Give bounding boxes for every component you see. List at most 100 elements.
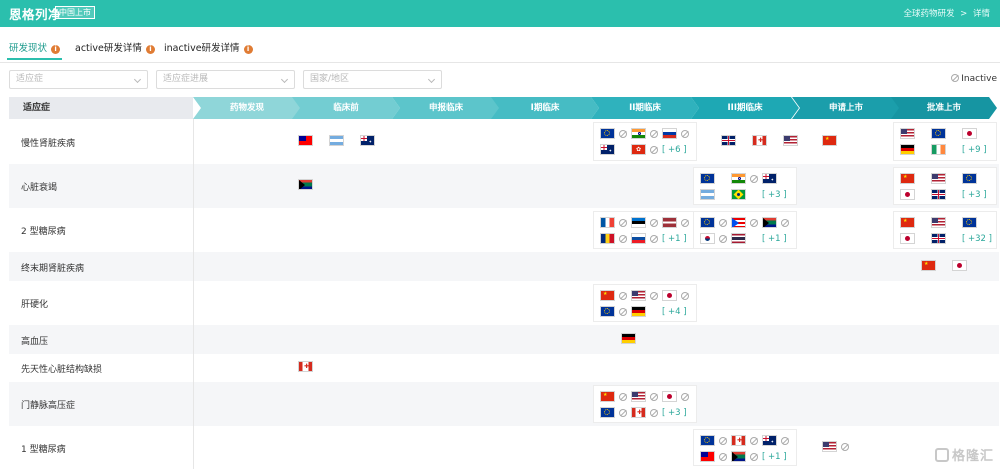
tab-inactive-rd-detail[interactable]: inactive研发详情 i [164, 40, 253, 54]
flag-za-icon[interactable] [298, 179, 313, 190]
tab-label: inactive研发详情 [164, 43, 240, 54]
flag-au-icon[interactable]: ✦ [762, 435, 777, 446]
flag-th-icon[interactable] [731, 233, 746, 244]
flag-us-icon[interactable] [631, 290, 646, 301]
flag-eu-icon[interactable] [600, 306, 615, 317]
phase-cell: ✦ [ +3 ] [693, 167, 797, 205]
flag-de-icon[interactable] [900, 144, 915, 155]
flag-za-icon[interactable] [731, 451, 746, 462]
flag-jp-icon[interactable] [662, 391, 677, 402]
indication-label: 肝硬化 [21, 300, 49, 310]
flag-au-icon[interactable]: ✦ [600, 144, 615, 155]
flag-cn-icon[interactable]: ★ [600, 290, 615, 301]
flag-ar-icon[interactable] [329, 134, 344, 146]
flag-jp-icon[interactable] [900, 189, 915, 200]
flag-cn-icon[interactable]: ★ [921, 259, 936, 271]
pipeline-header: 适应症 药物发现 临床前 申报临床 I期临床 II期临床 III期临床 申请上市 批准上市 [9, 97, 999, 119]
flag-in-icon[interactable] [631, 128, 646, 139]
phase-cell: ✚ ✦ [ +1 ] [693, 429, 797, 466]
drug-title: 恩格列净 [9, 7, 62, 22]
flag-jp-icon[interactable] [900, 233, 915, 244]
flag-lv-icon[interactable] [662, 217, 677, 228]
flag-fr-icon[interactable] [600, 217, 615, 228]
flag-sk-icon[interactable] [631, 233, 646, 244]
more-regions-link[interactable]: [ +3 ] [962, 190, 987, 200]
flag-eu-icon[interactable] [962, 217, 977, 228]
flag-ca-icon[interactable]: ✚ [298, 361, 313, 372]
phase-header: 临床前 [292, 97, 400, 119]
flag-us-icon[interactable] [631, 391, 646, 402]
more-regions-link[interactable]: [ +1 ] [762, 234, 787, 244]
flag-jp-icon[interactable] [962, 128, 977, 139]
flag-cn-icon[interactable]: ★ [900, 217, 915, 228]
chevron-down-icon [427, 75, 436, 84]
tab-rd-status[interactable]: 研发现状 i [6, 40, 63, 60]
tab-active-rd-detail[interactable]: active研发详情 i [75, 40, 155, 54]
flag-eu-icon[interactable] [600, 407, 615, 418]
flag-ca-icon[interactable]: ✚ [752, 134, 767, 146]
more-regions-link[interactable]: [ +32 ] [962, 234, 992, 244]
flag-jp-icon[interactable] [662, 290, 677, 301]
phase-header: 申请上市 [792, 97, 900, 119]
more-regions-link[interactable]: [ +1 ] [762, 452, 787, 462]
flag-jp-icon[interactable] [952, 259, 967, 271]
flag-ru-icon[interactable] [662, 128, 677, 139]
flag-au-icon[interactable]: ✦ [762, 173, 777, 184]
phase-cell: ✚ [294, 354, 398, 382]
flag-ro-icon[interactable] [600, 233, 615, 244]
flag-ar-icon[interactable] [700, 189, 715, 200]
more-regions-link[interactable]: [ +3 ] [662, 408, 687, 418]
flag-ee-icon[interactable] [631, 217, 646, 228]
phase-header: 申报临床 [392, 97, 500, 119]
flag-de-icon[interactable] [621, 332, 636, 344]
flag-tw-icon[interactable] [700, 451, 715, 462]
flag-kr-icon[interactable] [700, 233, 715, 244]
flag-cn-icon[interactable]: ★ [900, 173, 915, 184]
inactive-icon [650, 235, 658, 243]
flag-eu-icon[interactable] [700, 435, 715, 446]
flag-de-icon[interactable] [631, 306, 646, 317]
flag-cn-icon[interactable]: ★ [600, 391, 615, 402]
indication-select[interactable]: 适应症 [9, 70, 148, 89]
more-regions-link[interactable]: [ +4 ] [662, 307, 687, 317]
flag-eu-icon[interactable] [931, 128, 946, 139]
flag-ca-icon[interactable]: ✚ [631, 407, 646, 418]
flag-eu-icon[interactable] [700, 217, 715, 228]
table-row: 2 型糖尿病 [ +1 ] [ +1 ] ★ [ +32 ] [9, 208, 999, 252]
flag-tw-icon[interactable] [298, 134, 313, 146]
flag-pr-icon[interactable] [731, 217, 746, 228]
flag-in-icon[interactable] [731, 173, 746, 184]
more-regions-link[interactable]: [ +3 ] [762, 190, 787, 200]
more-regions-link[interactable]: [ +1 ] [662, 234, 687, 244]
more-regions-link[interactable]: [ +9 ] [962, 145, 987, 155]
flag-eu-icon[interactable] [600, 128, 615, 139]
phase-cell: ✦ ✿ [ +6 ] [593, 122, 697, 161]
flag-ca-icon[interactable]: ✚ [731, 435, 746, 446]
phase-header: II期临床 [591, 97, 699, 119]
flag-gb-icon[interactable] [931, 189, 946, 200]
indication-column-header: 适应症 [9, 97, 193, 119]
flag-us-icon[interactable] [822, 440, 837, 452]
flag-us-icon[interactable] [931, 217, 946, 228]
inactive-icon [750, 453, 758, 461]
phase-cell: [ +1 ] [593, 211, 697, 249]
region-select[interactable]: 国家/地区 [303, 70, 442, 89]
flag-us-icon[interactable] [931, 173, 946, 184]
flag-cn-icon[interactable]: ★ [822, 134, 837, 146]
flag-za-icon[interactable] [762, 217, 777, 228]
flag-hk-icon[interactable]: ✿ [631, 144, 646, 155]
flag-br-icon[interactable] [731, 189, 746, 200]
flag-gb-icon[interactable] [931, 233, 946, 244]
flag-eu-icon[interactable] [962, 173, 977, 184]
table-row: 门静脉高压症 ★ ✚ [ +3 ] [9, 382, 999, 426]
breadcrumb-global-rd[interactable]: 全球药物研发 [903, 9, 954, 19]
more-regions-link[interactable]: [ +6 ] [662, 145, 687, 155]
flag-au-icon[interactable]: ✦ [360, 134, 375, 146]
flag-gb-icon[interactable] [721, 134, 736, 146]
inactive-icon [619, 409, 627, 417]
flag-eu-icon[interactable] [700, 173, 715, 184]
indication-status-select[interactable]: 适应症进展 [156, 70, 295, 89]
phase-cell: ★ ✚ [ +3 ] [593, 385, 697, 423]
flag-us-icon[interactable] [900, 128, 915, 139]
flag-ie-icon[interactable] [931, 144, 946, 155]
